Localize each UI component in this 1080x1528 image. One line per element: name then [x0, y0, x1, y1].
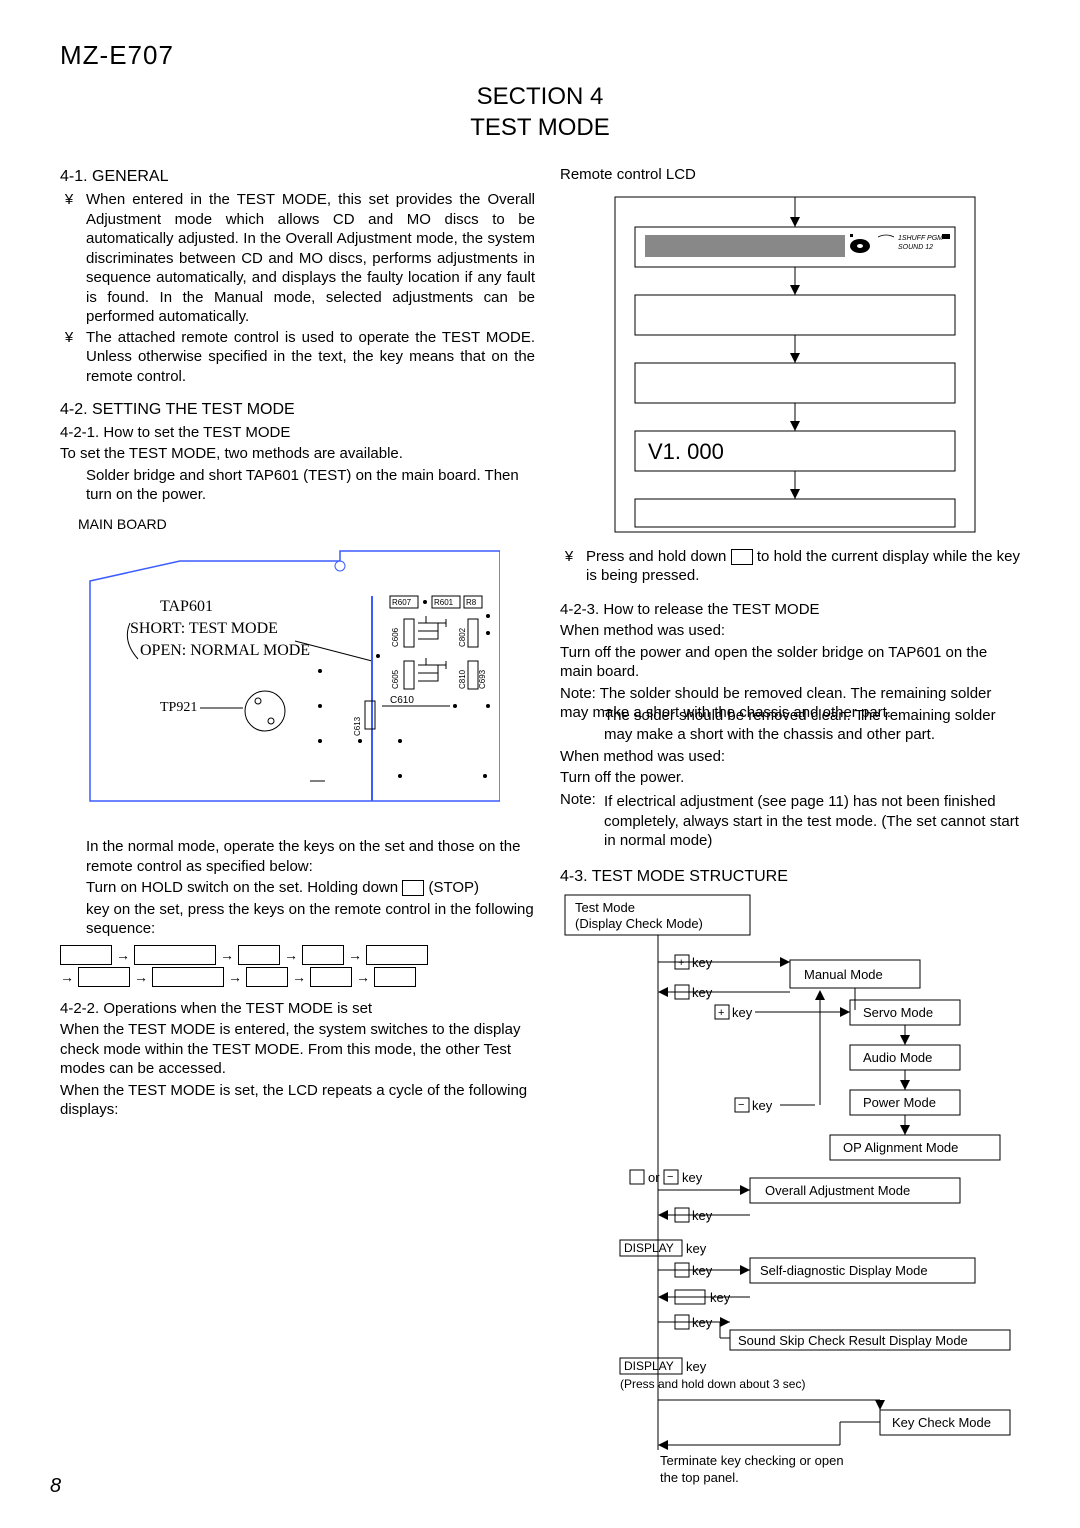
release-m2-text: Turn off the power. — [560, 768, 1020, 788]
svg-text:OP Alignment Mode: OP Alignment Mode — [843, 1140, 958, 1155]
mainboard-diagram: TAP601 SHORT: TEST MODE OPEN: NORMAL MOD… — [60, 541, 500, 831]
svg-text:Self-diagnostic Display Mode: Self-diagnostic Display Mode — [760, 1263, 928, 1278]
svg-text:key: key — [752, 1098, 773, 1113]
mainboard-label: MAIN BOARD — [78, 515, 535, 533]
svg-text:Sound Skip Check Result Displa: Sound Skip Check Result Display Mode — [738, 1333, 968, 1348]
heading-structure: 4-3. TEST MODE STRUCTURE — [560, 867, 1020, 888]
heading-release: 4-2-3. How to release the TEST MODE — [560, 600, 1020, 620]
left-column: 4-1. GENERAL ¥ When entered in the TEST … — [60, 163, 535, 1499]
svg-text:R601: R601 — [434, 598, 454, 607]
svg-text:SHORT: TEST MODE: SHORT: TEST MODE — [130, 620, 278, 637]
heading-ops: 4-2-2. Operations when the TEST MODE is … — [60, 999, 535, 1019]
svg-text:C810: C810 — [458, 669, 467, 689]
svg-text:TP921: TP921 — [160, 700, 197, 715]
svg-text:TAP601: TAP601 — [160, 598, 213, 615]
key-sequence: → → → → — [60, 945, 535, 965]
heading-setting: 4-2. SETTING THE TEST MODE — [60, 400, 535, 421]
svg-text:−: − — [738, 1099, 744, 1111]
bullet-icon: ¥ — [60, 190, 78, 327]
svg-text:Power Mode: Power Mode — [863, 1095, 936, 1110]
svg-text:key: key — [686, 1359, 707, 1374]
svg-text:or: or — [648, 1170, 660, 1185]
svg-text:key: key — [682, 1170, 703, 1185]
svg-text:R607: R607 — [392, 598, 412, 607]
svg-text:DISPLAY: DISPLAY — [624, 1241, 674, 1255]
normal-line3: key on the set, press the keys on the re… — [86, 900, 535, 939]
svg-text:the top panel.: the top panel. — [660, 1470, 739, 1485]
section-title: SECTION 4 TEST MODE — [60, 81, 1020, 143]
general-para-1: When entered in the TEST MODE, this set … — [86, 190, 535, 327]
svg-text:Terminate key checking or open: Terminate key checking or open — [660, 1453, 844, 1468]
release-note2-wrap: If electrical adjustment (see page 11) h… — [560, 792, 1020, 851]
howset-line2: Solder bridge and short TAP601 (TEST) on… — [86, 466, 535, 505]
ops-para2: When the TEST MODE is set, the LCD repea… — [60, 1081, 535, 1120]
svg-text:DISPLAY: DISPLAY — [624, 1359, 674, 1373]
svg-text:(Press and hold down about 3 s: (Press and hold down about 3 sec) — [620, 1377, 805, 1391]
svg-text:SOUND 12: SOUND 12 — [898, 244, 933, 251]
svg-text:OPEN: NORMAL MODE: OPEN: NORMAL MODE — [140, 642, 310, 659]
svg-text:+: + — [718, 1007, 724, 1019]
svg-text:C610: C610 — [390, 695, 414, 706]
model-number: MZ-E707 — [60, 40, 1020, 71]
release-m1-text: Turn off the power and open the solder b… — [560, 643, 1020, 682]
howset-line1: To set the TEST MODE, two methods are av… — [60, 444, 535, 464]
ops-para1: When the TEST MODE is entered, the syste… — [60, 1020, 535, 1079]
heading-howset: 4-2-1. How to set the TEST MODE — [60, 423, 535, 443]
bullet-icon: ¥ — [560, 547, 578, 586]
structure-diagram: Test Mode (Display Check Mode) + key key — [560, 890, 1020, 1500]
svg-text:R8: R8 — [466, 598, 477, 607]
press-hold-text: Press and hold down to hold the current … — [586, 547, 1020, 586]
svg-text:+: + — [678, 957, 684, 969]
remote-lcd-label: Remote control LCD — [560, 165, 1020, 185]
heading-general: 4-1. GENERAL — [60, 167, 535, 188]
general-para-2: The attached remote control is used to o… — [86, 328, 535, 387]
svg-text:1SHUFF PGM: 1SHUFF PGM — [898, 235, 943, 242]
right-column: Remote control LCD 1SHUFF PGM SOUND 12 — [560, 163, 1020, 1499]
svg-text:Overall Adjustment Mode: Overall Adjustment Mode — [765, 1183, 910, 1198]
svg-text:C613: C613 — [353, 716, 362, 736]
svg-text:−: − — [667, 1171, 673, 1183]
svg-text:key: key — [732, 1005, 753, 1020]
normal-line2: Turn on HOLD switch on the set. Holding … — [86, 878, 535, 898]
svg-text:Servo Mode: Servo Mode — [863, 1005, 933, 1020]
release-note1-wrap: The solder should be removed clean. The … — [560, 706, 1020, 745]
svg-text:Test Mode: Test Mode — [575, 900, 635, 915]
key-sequence-2: →→ → → → — [60, 967, 535, 987]
svg-text:C605: C605 — [391, 669, 400, 689]
remote-lcd-diagram: 1SHUFF PGM SOUND 12 V1. 000 — [560, 187, 990, 537]
normal-line1: In the normal mode, operate the keys on … — [86, 837, 535, 876]
page-number: 8 — [50, 1475, 61, 1498]
svg-text:C802: C802 — [458, 627, 467, 647]
svg-text:(Display Check Mode): (Display Check Mode) — [575, 916, 703, 931]
bullet-icon: ¥ — [60, 328, 78, 387]
svg-text:C693: C693 — [478, 669, 487, 689]
svg-text:C606: C606 — [391, 627, 400, 647]
svg-text:key: key — [686, 1241, 707, 1256]
svg-text:Audio Mode: Audio Mode — [863, 1050, 932, 1065]
release-m2: When method was used: — [560, 747, 1020, 767]
svg-text:Key Check Mode: Key Check Mode — [892, 1415, 991, 1430]
release-m1: When method was used: — [560, 621, 1020, 641]
svg-text:Manual Mode: Manual Mode — [804, 967, 883, 982]
svg-text:V1. 000: V1. 000 — [648, 439, 724, 464]
